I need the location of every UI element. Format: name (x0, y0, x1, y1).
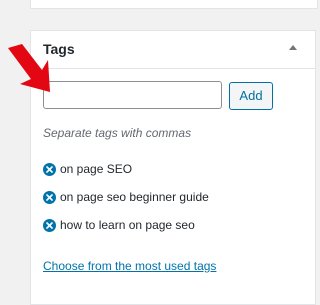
tag-item: on page seo beginner guide (43, 186, 209, 208)
tag-label: on page seo beginner guide (60, 190, 209, 204)
red-arrow-icon (8, 44, 50, 92)
tag-label: on page SEO (60, 162, 133, 176)
tag-list: on page SEO on page seo beginner guide h… (43, 158, 209, 242)
remove-circle-icon[interactable] (43, 190, 56, 204)
howto-text: Separate tags with commas (43, 126, 192, 140)
add-tag-button[interactable]: Add (229, 82, 273, 110)
tag-item: on page SEO (43, 158, 209, 180)
remove-circle-icon[interactable] (43, 218, 56, 232)
caret-up-icon[interactable] (289, 45, 297, 50)
previous-panel-edge (30, 0, 318, 9)
panel-header[interactable]: Tags (31, 31, 315, 69)
tags-panel: Tags Add Separate tags with commas on pa… (30, 30, 316, 305)
most-used-tags-link[interactable]: Choose from the most used tags (43, 259, 216, 273)
remove-circle-icon[interactable] (43, 162, 56, 176)
tag-item: how to learn on page seo (43, 214, 209, 236)
tag-label: how to learn on page seo (60, 218, 195, 232)
tag-input[interactable] (43, 81, 222, 109)
